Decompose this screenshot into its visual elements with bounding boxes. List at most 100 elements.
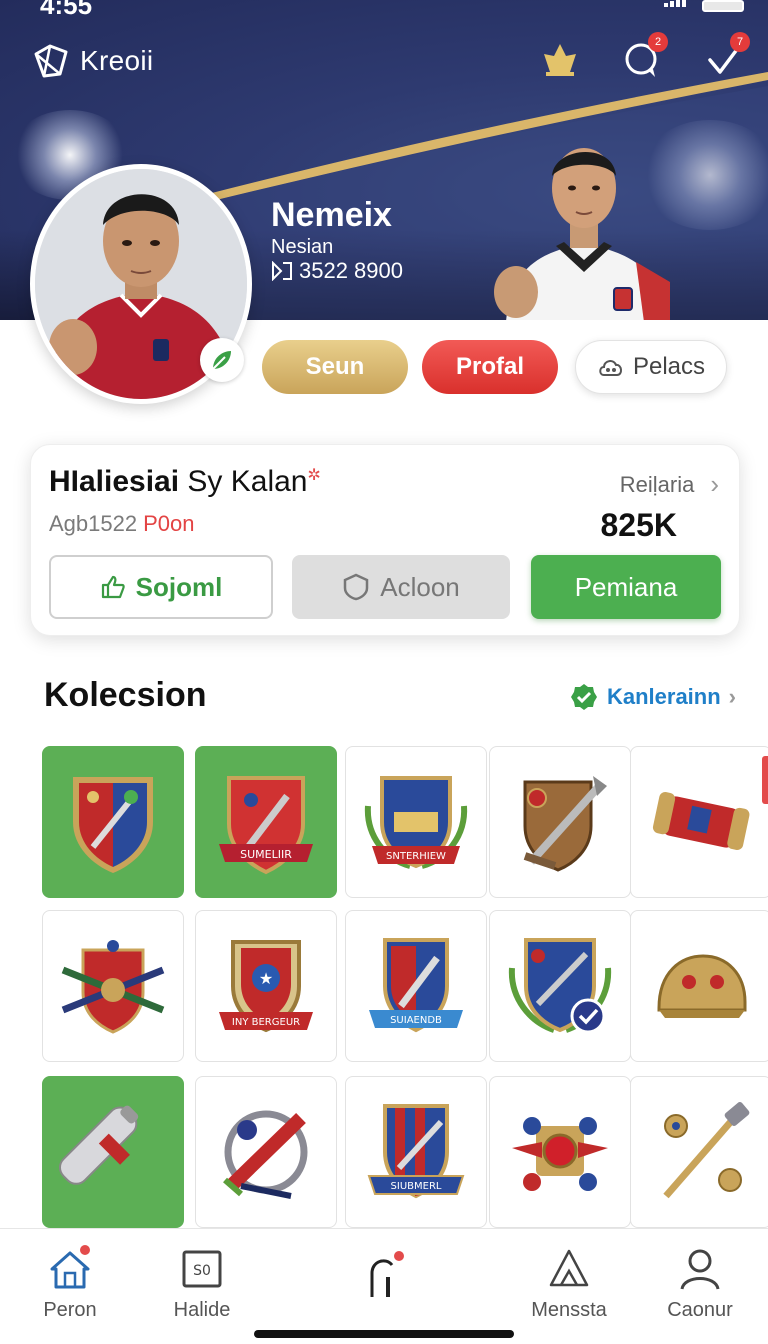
battery-icon — [702, 0, 744, 12]
collection-item[interactable]: SNTERHIEW — [345, 746, 487, 898]
scroll-indicator[interactable] — [762, 756, 768, 804]
pill-white-label: Pelacs — [632, 353, 706, 380]
action-button-label: Acloon — [380, 571, 460, 602]
trophy-icon — [544, 44, 576, 76]
star-icon: ★ — [259, 969, 273, 988]
tent-icon — [549, 1249, 589, 1287]
card-sub-red: P0on — [143, 511, 195, 536]
cloud-users-icon — [599, 360, 622, 376]
tile-banner-text: SIUBMERL — [391, 1181, 442, 1192]
card-title-rest: Sy Kalan — [187, 465, 308, 498]
like-button[interactable]: Sojoml — [49, 555, 273, 619]
crossed-maces-icon — [61, 940, 165, 1034]
nav-item-profile[interactable]: Caonur — [640, 1245, 760, 1322]
leaf-icon — [212, 351, 231, 370]
sparkle-icon: ✲ — [307, 467, 321, 484]
nav-messages — [545, 1245, 593, 1293]
nav-item-halide[interactable]: S0 Halide — [142, 1245, 262, 1322]
nav-item-center[interactable] — [324, 1249, 444, 1305]
brand-name: Kreoii — [80, 45, 154, 76]
user-id-value: 3522 8900 — [299, 258, 403, 283]
crest-laurel-icon: SNTERHIEW — [364, 776, 468, 869]
collection-item[interactable] — [42, 746, 184, 898]
collection-item[interactable] — [630, 1076, 768, 1228]
avatar-edit-badge[interactable] — [200, 338, 244, 382]
nav-messages-label: Menssta — [531, 1299, 607, 1321]
collection-item[interactable]: SUIAENDB — [345, 910, 487, 1062]
chevron-right-icon: › — [710, 469, 719, 499]
profile-avatar[interactable] — [30, 164, 252, 404]
nav-profile-label: Caonur — [667, 1299, 733, 1321]
pill-gold-button[interactable]: Seun — [262, 340, 408, 394]
thumbs-up-icon — [101, 575, 125, 599]
photo-frame-icon: S0 — [182, 1250, 222, 1288]
crest-star-icon: ★ INY BERGEUR — [219, 940, 313, 1033]
tile-banner-text: SUMELIIR — [240, 848, 292, 861]
signal-icon — [664, 0, 688, 12]
status-icons — [664, 0, 744, 12]
collection-item[interactable] — [42, 910, 184, 1062]
hero-player-image — [494, 148, 670, 320]
premium-button[interactable]: Pemiana — [531, 555, 721, 619]
tile-banner-text: INY BERGEUR — [232, 1017, 300, 1028]
collection-item[interactable]: SUMELIIR — [195, 746, 337, 898]
user-id: 3522 8900 — [271, 258, 403, 284]
notifications-badge: 7 — [730, 32, 750, 52]
chevron-right-icon: › — [728, 684, 736, 709]
bottom-navigation: Peron S0 Halide Menssta Caonur — [0, 1228, 768, 1344]
collection-item[interactable] — [489, 1076, 631, 1228]
nav-halide: S0 — [178, 1245, 226, 1293]
nav-home-label: Peron — [43, 1299, 97, 1321]
id-card-icon — [272, 261, 292, 281]
like-button-label: Sojoml — [135, 571, 223, 602]
shield-axe-icon — [523, 776, 607, 872]
collection-item[interactable] — [630, 910, 768, 1062]
card-title-bold: HIaliesiai — [49, 465, 180, 498]
collection-link-label: Kanlerainn — [606, 684, 721, 709]
nav-item-messages[interactable]: Menssta — [509, 1245, 629, 1322]
golden-scepter-icon — [663, 1102, 750, 1199]
pill-red-button[interactable]: Profal — [422, 340, 558, 394]
pill-white-button[interactable]: Pelacs — [575, 340, 727, 394]
crest-sword-icon — [73, 777, 153, 873]
header-actions: 2 7 — [538, 32, 750, 82]
crest-banner-icon: SUMELIIR — [219, 776, 313, 875]
crest-sword-banner-icon: SUIAENDB — [369, 938, 463, 1033]
trophy-button[interactable] — [538, 38, 582, 82]
nav-center — [360, 1249, 408, 1299]
ring-sword-icon — [223, 1110, 308, 1199]
notifications-button[interactable]: 7 — [702, 32, 750, 82]
user-country: Nesian — [271, 236, 334, 258]
card-subtitle: Agb1522 P0on — [49, 511, 194, 537]
ruby-medallion-icon — [512, 1117, 608, 1191]
scroll-capsule-icon — [652, 792, 750, 851]
collection-item[interactable] — [42, 1076, 184, 1228]
collection-item[interactable] — [489, 910, 631, 1062]
collection-item[interactable] — [630, 746, 768, 898]
collection-item[interactable] — [195, 1076, 337, 1228]
crest-checked-icon — [508, 938, 612, 1034]
chat-button[interactable]: 2 — [620, 32, 668, 82]
stats-card: HIaliesiai Sy Kalan✲ Agb1522 P0on Reiḷari… — [30, 444, 740, 636]
card-value: 825K — [600, 507, 678, 543]
brand-logo-icon — [34, 44, 68, 78]
action-button[interactable]: Acloon — [292, 555, 510, 619]
collection-item[interactable] — [489, 746, 631, 898]
collection-view-all-link[interactable]: Kanlerainn › — [569, 682, 736, 712]
nav-home-badge — [78, 1243, 92, 1257]
silver-cylinder-icon — [58, 1105, 139, 1185]
card-right-label: Reiḷaria — [619, 471, 695, 497]
collection-item[interactable]: ★ INY BERGEUR — [195, 910, 337, 1062]
card-detail-link[interactable]: Reiḷaria › — [620, 469, 719, 500]
brand[interactable]: Kreoii — [30, 40, 153, 82]
nav-profile — [676, 1245, 724, 1293]
verified-badge-icon — [570, 684, 597, 710]
nav-center-badge — [392, 1249, 406, 1263]
nav-item-home[interactable]: Peron — [10, 1243, 130, 1322]
card-title: HIaliesiai Sy Kalan✲ — [49, 465, 321, 499]
tile-banner-text: SUIAENDB — [390, 1015, 442, 1026]
collection-item[interactable]: SIUBMERL — [345, 1076, 487, 1228]
home-indicator[interactable] — [254, 1330, 514, 1338]
chat-badge: 2 — [648, 32, 668, 52]
nav-home — [46, 1243, 94, 1293]
